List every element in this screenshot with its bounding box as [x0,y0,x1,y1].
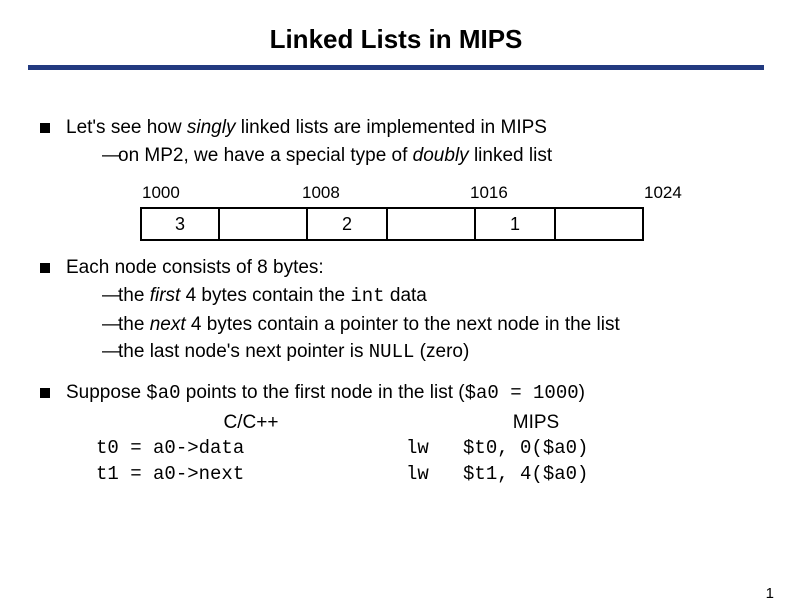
sub-bullet: — on MP2, we have a special type of doub… [102,143,752,169]
text-italic: doubly [413,145,469,166]
dash-icon: — [102,339,118,366]
text-italic: next [150,314,186,335]
code-line: lw $t0, 0($a0) [406,436,666,462]
text: points to the first node in the list ( [181,382,465,403]
col-header-c: C/C++ [96,410,406,436]
node-row: 3 2 1 [140,207,752,241]
bullet-suppose: Suppose $a0 points to the first node in … [40,380,752,407]
addr-label: 1008 [300,182,468,205]
bullet-node-structure: Each node consists of 8 bytes: — the fir… [40,255,752,366]
code-line: t0 = a0->data [96,436,406,462]
text: the [118,285,150,306]
code-col-mips: MIPS lw $t0, 0($a0) lw $t1, 4($a0) [406,410,666,487]
text: the [118,314,150,335]
text: (zero) [414,341,469,362]
linked-list-diagram: 1000 1008 1016 1024 3 2 1 [40,182,752,241]
sub-bullet: — the first 4 bytes contain the int data [102,283,752,310]
address-row: 1000 1008 1016 1024 [140,182,752,205]
sub-bullet: — the next 4 bytes contain a pointer to … [102,312,752,338]
title-divider [28,65,764,73]
slide-content: Let's see how singly linked lists are im… [0,81,792,487]
text-mono: $a0 = 1000 [465,382,579,404]
node-data: 1 [476,207,556,241]
text: Each node consists of 8 bytes: [66,257,324,278]
node-ptr [556,207,644,241]
text: Suppose [66,382,146,403]
code-columns: C/C++ t0 = a0->data t1 = a0->next MIPS l… [96,410,752,487]
bullet-icon [40,263,50,273]
node-ptr [220,207,308,241]
text-italic: singly [187,117,236,138]
text-mono: int [350,285,384,307]
dash-icon: — [102,312,118,338]
addr-label: 1000 [140,182,300,205]
text: 4 bytes contain a pointer to the next no… [186,314,620,335]
code-line: lw $t1, 4($a0) [406,462,666,488]
slide-title: Linked Lists in MIPS [0,0,792,65]
bullet-icon [40,123,50,133]
sub-bullet: — the last node's next pointer is NULL (… [102,339,752,366]
code-line: t1 = a0->next [96,462,406,488]
bullet-icon [40,388,50,398]
node-data: 2 [308,207,388,241]
dash-icon: — [102,283,118,310]
text-mono: NULL [369,341,415,363]
text: Let's see how [66,117,187,138]
bullet-intro: Let's see how singly linked lists are im… [40,115,752,168]
node-data: 3 [140,207,220,241]
code-col-c: C/C++ t0 = a0->data t1 = a0->next [96,410,406,487]
text: 4 bytes contain the [180,285,350,306]
text: on MP2, we have a special type of [118,145,413,166]
col-header-mips: MIPS [406,410,666,436]
text: ) [579,382,585,403]
addr-label: 1024 [642,182,702,205]
node-ptr [388,207,476,241]
dash-icon: — [102,143,118,169]
text: linked list [469,145,552,166]
text: data [385,285,427,306]
page-number: 1 [766,585,774,602]
addr-label: 1016 [468,182,642,205]
text: the last node's next pointer is [118,341,369,362]
text: linked lists are implemented in MIPS [235,117,547,138]
text-italic: first [150,285,181,306]
text-mono: $a0 [146,382,180,404]
